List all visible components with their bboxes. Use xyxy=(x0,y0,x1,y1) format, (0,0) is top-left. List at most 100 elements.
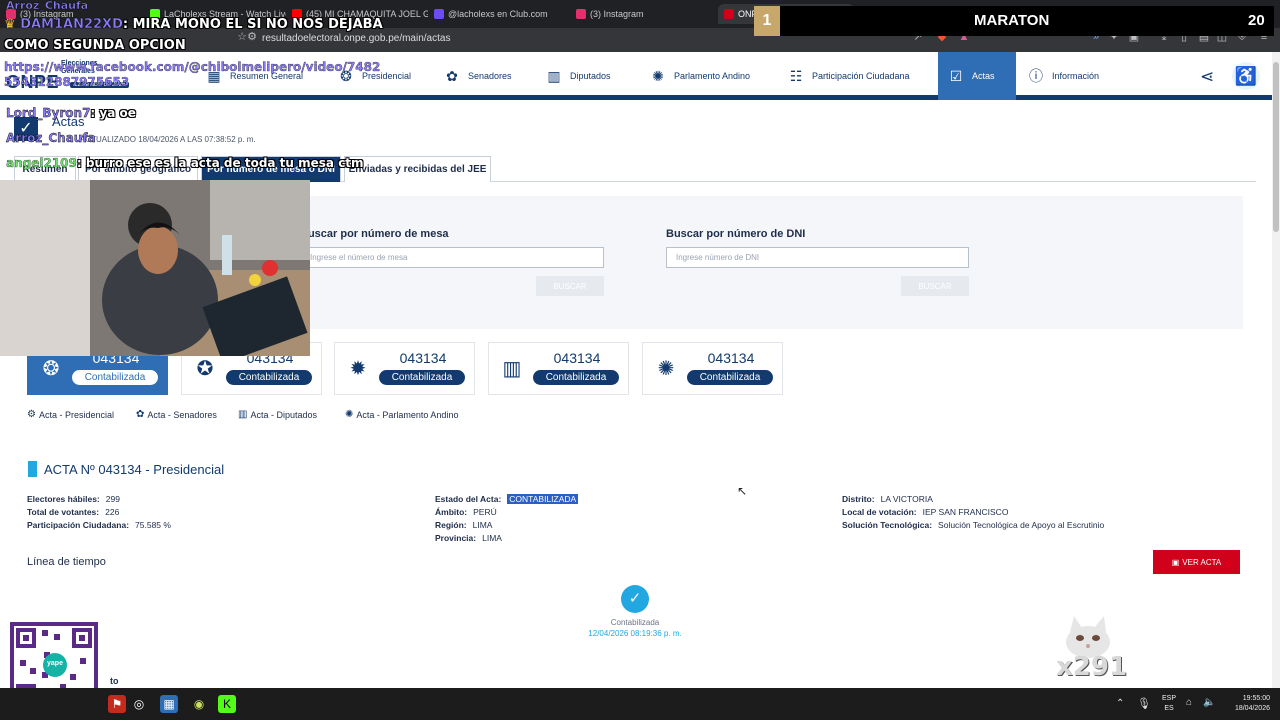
system-clock[interactable]: 19:55:00 18/04/2026 xyxy=(1222,694,1270,714)
ver-acta-label: VER ACTA xyxy=(1182,557,1222,567)
browser-tab[interactable]: @lacholexs en Club.com xyxy=(434,4,570,24)
acta-card-status: Contabilizada xyxy=(226,370,312,385)
chat-line-6: angel2109: burro ese es la acta de toda … xyxy=(6,156,364,170)
field-key: Región: xyxy=(435,520,467,530)
field-key: Solución Tecnológica: xyxy=(842,520,933,530)
andean-parliament-icon: ✺ xyxy=(657,358,675,380)
legend-label: Acta - Parlamento Andino xyxy=(356,409,459,420)
acta-card-status: Contabilizada xyxy=(533,370,619,385)
congress-building-icon: ▥ xyxy=(547,68,561,84)
chat-username: Arroz_Chaufa xyxy=(6,0,89,12)
chat-link-message: https://www.facebook.com/@chibolmelipero… xyxy=(4,60,381,89)
acta-card-number: 043134 xyxy=(399,350,447,366)
mesa-search-input[interactable]: Ingrese el número de mesa xyxy=(300,247,604,268)
acta-card[interactable]: ✺ 043134 Contabilizada xyxy=(642,342,783,395)
presidential-seal-icon: ⚙ xyxy=(27,409,36,420)
dni-search-button[interactable]: BUSCAR xyxy=(901,276,969,296)
dni-search-input[interactable]: Ingrese número de DNI xyxy=(666,247,969,268)
chrome-taskbar-icon[interactable]: ◉ xyxy=(190,695,208,713)
dem-icon: ✹ xyxy=(349,358,367,380)
acta-card[interactable]: ✹ 043134 Contabilizada xyxy=(334,342,475,395)
tab-favicon-icon xyxy=(724,9,734,19)
field-key: Distrito: xyxy=(842,494,875,504)
senate-icon: ✿ xyxy=(446,68,458,84)
legend-label: Acta - Senadores xyxy=(147,409,217,420)
mesa-search-button[interactable]: BUSCAR xyxy=(536,276,604,296)
region-row: Región: LIMA xyxy=(435,520,578,533)
nav-item-participaci-n-ciudadana[interactable]: ☷ Participación Ciudadana xyxy=(778,52,932,100)
tray-chevron-icon[interactable]: ⌃ xyxy=(1116,698,1124,709)
presidential-seal-icon: ❂ xyxy=(42,358,60,380)
mesa-search-label: Buscar por número de mesa xyxy=(300,228,449,240)
volume-icon[interactable]: 🔈 xyxy=(1203,697,1215,708)
nav-item-informaci-n[interactable]: ⓘ Información xyxy=(1018,52,1118,100)
field-key: Participación Ciudadana: xyxy=(27,520,130,530)
congress-building-icon: ▥ xyxy=(502,358,522,380)
app-taskbar-icon[interactable]: ⚑ xyxy=(108,695,126,713)
chat-line-2: ♛ DAM1AN22XD: MIRA MONO EL SI NO NOS DEJ… xyxy=(4,17,383,32)
electores-row: Electores hábiles: 299 xyxy=(27,494,171,507)
acta-card-number: 043134 xyxy=(553,350,601,366)
obs-taskbar-icon[interactable]: ◎ xyxy=(130,695,148,713)
acta-card[interactable]: ▥ 043134 Contabilizada xyxy=(488,342,629,395)
nav-item-actas[interactable]: ☑ Actas xyxy=(938,52,1016,100)
chat-username: angel2109 xyxy=(6,156,77,170)
acta-card-status: Contabilizada xyxy=(72,370,158,385)
field-value: Solución Tecnológica de Apoyo al Escruti… xyxy=(938,520,1105,530)
field-value: PERÚ xyxy=(473,507,497,517)
chat-username: Lord_Byron7 xyxy=(6,106,91,120)
field-value: 226 xyxy=(105,507,120,517)
legend-label: Acta - Diputados xyxy=(250,409,317,420)
tab-enviadas-jee[interactable]: Enviadas y recibidas del JEE xyxy=(344,156,491,182)
nav-label: Senadores xyxy=(468,71,512,81)
ver-acta-button[interactable]: ▣ VER ACTA xyxy=(1153,550,1240,574)
marathon-right-count: 20 xyxy=(1248,12,1265,29)
people-icon: ☷ xyxy=(789,68,803,84)
acta-title: ACTA Nº 043134 - Presidencial xyxy=(44,462,225,477)
ambito-row: Ámbito: PERÚ xyxy=(435,507,578,520)
chat-message-cont: COMO SEGUNDA OPCION xyxy=(4,38,186,53)
chat-message: : burro ese es la acta de toda tu mesa c… xyxy=(76,156,364,170)
field-key: Electores hábiles: xyxy=(27,494,100,504)
nav-item-diputados[interactable]: ▥ Diputados xyxy=(536,52,634,100)
chat-username: Arroz_Chaufa xyxy=(6,131,96,145)
language-indicator[interactable]: ESP ES xyxy=(1162,694,1176,714)
chat-message: : MIRA MONO EL SI NO NOS DEJABA xyxy=(122,17,383,32)
local-votacion-row: Local de votación: IEP SAN FRANCISCO xyxy=(842,507,1104,520)
deu-icon: ✪ xyxy=(196,358,214,380)
nav-item-parlamento-andino[interactable]: ✺ Parlamento Andino xyxy=(640,52,772,100)
field-value: LIMA xyxy=(472,520,493,530)
browser-tab[interactable]: (3) Instagram xyxy=(576,4,712,24)
share-icon[interactable]: ⋖ xyxy=(1200,67,1214,87)
chat-line-4: Lord_Byron7: ya oe xyxy=(6,106,136,120)
url-text[interactable]: resultadoelectoral.onpe.gob.pe/main/acta… xyxy=(262,33,450,44)
dni-search-label: Buscar por número de DNI xyxy=(666,228,806,240)
field-value: 75.585 % xyxy=(135,520,171,530)
microphone-icon[interactable]: 🎙 xyxy=(1137,697,1151,710)
field-key: Estado del Acta: xyxy=(435,494,502,504)
page-scrollbar[interactable] xyxy=(1272,52,1280,688)
photos-taskbar-icon[interactable]: ▦ xyxy=(160,695,178,713)
estado-row: Estado del Acta: CONTABILIZADA xyxy=(435,494,579,507)
legend-diputados: ▥ Acta - Diputados xyxy=(238,409,317,420)
kick-taskbar-icon[interactable]: K xyxy=(218,695,236,713)
clock-date: 18/04/2026 xyxy=(1234,705,1270,712)
acta-card-status: Contabilizada xyxy=(379,370,465,385)
network-icon[interactable]: ⌂ xyxy=(1186,697,1192,708)
image-icon: ▣ xyxy=(1171,557,1180,567)
nav-label: Diputados xyxy=(570,71,611,81)
scrollbar-thumb[interactable] xyxy=(1273,62,1279,232)
nav-label: Participación Ciudadana xyxy=(812,71,910,81)
nav-label: Actas xyxy=(972,71,995,81)
tab-label: @lacholexs en Club.com xyxy=(448,9,548,19)
chat-username: DAM1AN22XD xyxy=(20,17,123,32)
chat-line-5: Arroz_Chaufa xyxy=(6,131,96,145)
checkbox-icon: ☑ xyxy=(949,68,963,84)
field-value: IEP SAN FRANCISCO xyxy=(922,507,1009,517)
webcam-overlay xyxy=(0,180,310,356)
site-info-icon[interactable]: ⚙ xyxy=(246,31,258,43)
acta-col-3: Distrito: LA VICTORIA Local de votación: I… xyxy=(842,494,1104,533)
nav-label: Información xyxy=(1052,71,1100,81)
accessibility-icon[interactable]: ♿ xyxy=(1232,62,1260,90)
nav-item-senadores[interactable]: ✿ Senadores xyxy=(434,52,530,100)
